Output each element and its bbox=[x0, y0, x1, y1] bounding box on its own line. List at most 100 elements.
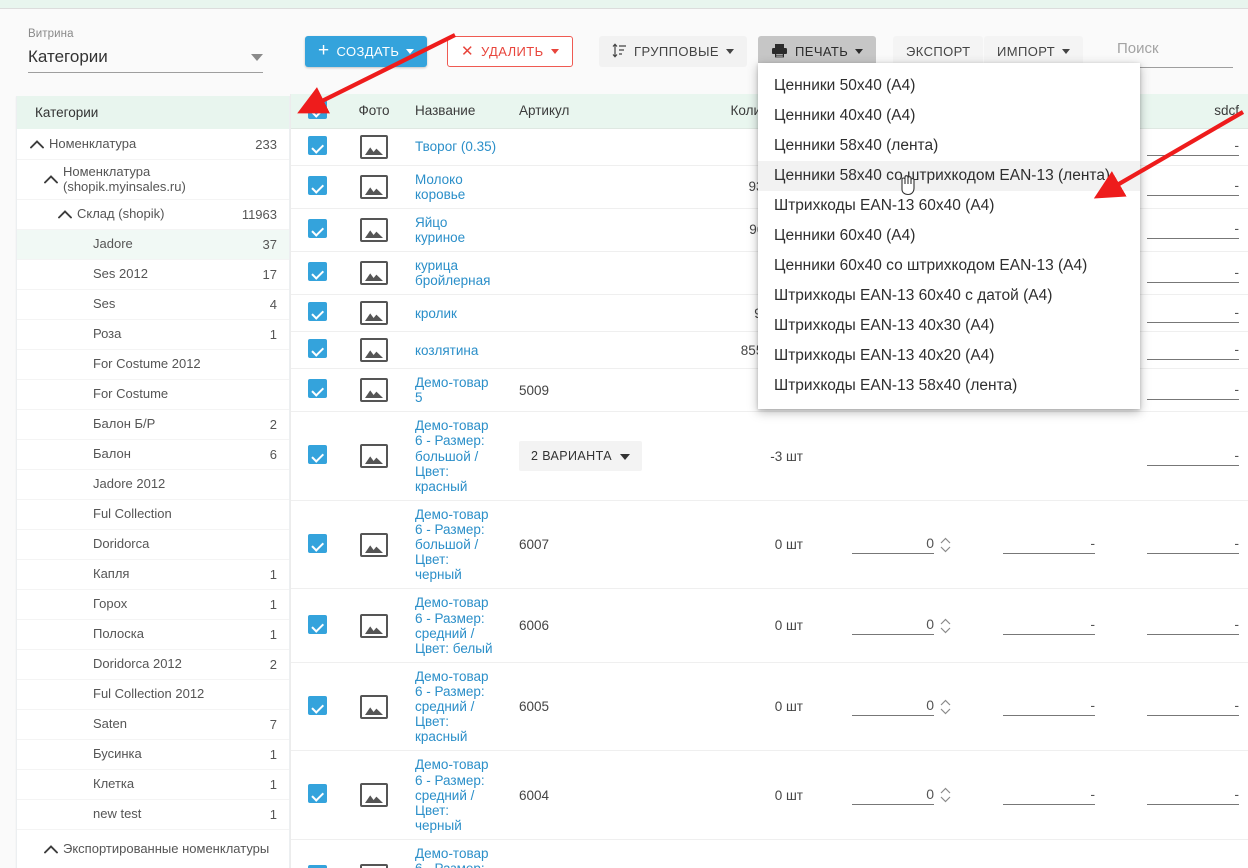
row-checkbox[interactable] bbox=[307, 135, 327, 155]
row-checkbox[interactable] bbox=[307, 262, 327, 282]
chevron-up-icon[interactable] bbox=[43, 845, 59, 854]
variant-dropdown[interactable]: 2 ВАРИАНТА bbox=[519, 441, 642, 472]
tree-item-13[interactable]: Doridorca bbox=[17, 529, 289, 559]
header-photo[interactable]: Фото bbox=[343, 94, 405, 129]
row-photo-cell[interactable] bbox=[343, 662, 405, 752]
sdcf-field[interactable]: - bbox=[1147, 786, 1239, 805]
print-dropdown-menu[interactable]: Ценники 50x40 (A4) Ценники 40x40 (A4) Ценн… bbox=[758, 63, 1140, 409]
tree-item-21[interactable]: Клетка 1 bbox=[17, 769, 289, 799]
table-row[interactable]: Демо-товар 6 - Размер: большой / Цвет: к… bbox=[291, 411, 1248, 501]
price-field[interactable]: - bbox=[1003, 535, 1095, 555]
row-photo-cell[interactable] bbox=[343, 368, 405, 413]
tree-item-15[interactable]: Горох 1 bbox=[17, 589, 289, 619]
select-all-checkbox[interactable] bbox=[307, 99, 327, 119]
tree-item-14[interactable]: Капля 1 bbox=[17, 559, 289, 589]
price-field[interactable]: - bbox=[1003, 616, 1095, 636]
row-checkbox[interactable] bbox=[307, 614, 327, 634]
print-menu-item-3[interactable]: Ценники 58x40 со штрихкодом EAN-13 (лент… bbox=[758, 161, 1140, 196]
row-photo-cell[interactable] bbox=[343, 331, 405, 370]
stepper-arrows-icon[interactable] bbox=[940, 618, 951, 634]
row-checkbox[interactable] bbox=[307, 784, 327, 804]
print-menu-item-6[interactable]: Ценники 60x40 со штрихкодом EAN-13 (A4) bbox=[758, 251, 1140, 281]
quantity-stepper-input[interactable]: 0 bbox=[852, 786, 934, 805]
row-checkbox[interactable] bbox=[307, 445, 327, 465]
print-menu-item-9[interactable]: Штрихкоды EAN-13 40x20 (A4) bbox=[758, 341, 1140, 371]
row-photo-cell[interactable] bbox=[343, 839, 405, 868]
tree-item-7[interactable]: For Costume 2012 bbox=[17, 349, 289, 379]
tree-item-22[interactable]: new test 1 bbox=[17, 799, 289, 829]
sdcf-field[interactable]: - bbox=[1147, 381, 1239, 400]
stepper-arrows-icon[interactable] bbox=[940, 787, 951, 803]
sdcf-field[interactable]: - bbox=[1147, 616, 1239, 636]
tree-item-0[interactable]: Номенклатура 233 bbox=[17, 129, 289, 159]
print-menu-item-4[interactable]: Штрихкоды EAN-13 60x40 (A4) bbox=[758, 191, 1140, 221]
sdcf-field[interactable]: - bbox=[1147, 177, 1239, 197]
group-actions-button[interactable]: ГРУППОВЫЕ bbox=[599, 36, 747, 67]
delete-button[interactable]: ✕ УДАЛИТЬ bbox=[447, 36, 573, 67]
print-menu-item-7[interactable]: Штрихкоды EAN-13 60x40 с датой (A4) bbox=[758, 281, 1140, 311]
quantity-stepper-input[interactable]: 0 bbox=[852, 535, 934, 555]
row-checkbox[interactable] bbox=[307, 218, 327, 238]
product-name-link[interactable]: Молоко коровье bbox=[415, 172, 465, 202]
print-menu-item-5[interactable]: Ценники 60x40 (A4) bbox=[758, 221, 1140, 251]
tree-item-1[interactable]: Номенклатура (shopik.myinsales.ru) bbox=[17, 159, 289, 199]
sdcf-field[interactable]: - bbox=[1147, 137, 1239, 156]
print-menu-item-1[interactable]: Ценники 40x40 (A4) bbox=[758, 101, 1140, 131]
product-name-link[interactable]: Демо-товар 6 - Размер: большой / Цвет: к… bbox=[415, 418, 489, 493]
product-name-link[interactable]: Демо-товар 6 - Размер: большой / Цвет: б… bbox=[415, 846, 493, 868]
row-checkbox[interactable] bbox=[307, 175, 327, 195]
quantity-stepper-input[interactable]: 0 bbox=[852, 616, 934, 636]
product-name-link[interactable]: курица бройлерная bbox=[415, 258, 490, 288]
tree-item-11[interactable]: Jadore 2012 bbox=[17, 469, 289, 499]
table-row[interactable]: Демо-товар 6 - Размер: средний / Цвет: ч… bbox=[291, 750, 1248, 840]
product-name-link[interactable]: Демо-товар 6 - Размер: средний / Цвет: к… bbox=[415, 669, 489, 744]
header-article[interactable]: Артикул bbox=[509, 94, 617, 129]
tree-item-23[interactable]: Экспортированные номенклатуры bbox=[17, 829, 289, 868]
print-menu-item-10[interactable]: Штрихкоды EAN-13 58x40 (лента) bbox=[758, 371, 1140, 401]
tree-item-9[interactable]: Балон Б/Р 2 bbox=[17, 409, 289, 439]
tree-item-6[interactable]: Роза 1 bbox=[17, 319, 289, 349]
sdcf-field[interactable]: - bbox=[1147, 341, 1239, 360]
row-checkbox[interactable] bbox=[307, 339, 327, 359]
row-photo-cell[interactable] bbox=[343, 251, 405, 296]
table-row[interactable]: Демо-товар 6 - Размер: большой / Цвет: ч… bbox=[291, 500, 1248, 590]
create-button[interactable]: + СОЗДАТЬ bbox=[305, 36, 428, 67]
row-checkbox[interactable] bbox=[307, 302, 327, 322]
showcase-selector[interactable]: Витрина Категории bbox=[28, 28, 263, 73]
row-photo-cell[interactable] bbox=[343, 588, 405, 663]
product-name-link[interactable]: козлятина bbox=[415, 343, 478, 358]
sdcf-field[interactable]: - bbox=[1147, 535, 1239, 555]
product-name-link[interactable]: Демо-товар 6 - Размер: средний / Цвет: б… bbox=[415, 595, 493, 655]
tree-item-12[interactable]: Ful Collection bbox=[17, 499, 289, 529]
row-checkbox[interactable] bbox=[307, 695, 327, 715]
print-menu-item-2[interactable]: Ценники 58x40 (лента) bbox=[758, 131, 1140, 161]
price-field[interactable]: - bbox=[1003, 697, 1095, 717]
tree-item-4[interactable]: Ses 2012 17 bbox=[17, 259, 289, 289]
sdcf-field[interactable]: - bbox=[1147, 697, 1239, 717]
tree-item-8[interactable]: For Costume bbox=[17, 379, 289, 409]
row-photo-cell[interactable] bbox=[343, 750, 405, 840]
table-row[interactable]: Демо-товар 6 - Размер: средний / Цвет: к… bbox=[291, 662, 1248, 752]
row-checkbox[interactable] bbox=[307, 533, 327, 553]
caret-down-icon[interactable] bbox=[251, 54, 263, 61]
table-row[interactable]: Демо-товар 6 - Размер: средний / Цвет: б… bbox=[291, 588, 1248, 663]
header-name[interactable]: Название bbox=[405, 94, 509, 129]
tree-item-5[interactable]: Ses 4 bbox=[17, 289, 289, 319]
chevron-up-icon[interactable] bbox=[29, 139, 45, 149]
sdcf-field[interactable]: - bbox=[1147, 304, 1239, 323]
row-photo-cell[interactable] bbox=[343, 500, 405, 590]
product-name-link[interactable]: Демо-товар 5 bbox=[415, 375, 489, 405]
print-menu-item-8[interactable]: Штрихкоды EAN-13 40x30 (A4) bbox=[758, 311, 1140, 341]
sdcf-field[interactable]: - bbox=[1147, 220, 1239, 240]
row-photo-cell[interactable] bbox=[343, 411, 405, 501]
tree-item-17[interactable]: Doridorca 2012 2 bbox=[17, 649, 289, 679]
product-name-link[interactable]: Творог (0.35) bbox=[415, 139, 496, 154]
chevron-up-icon[interactable] bbox=[43, 175, 59, 184]
row-photo-cell[interactable] bbox=[343, 294, 405, 333]
stepper-arrows-icon[interactable] bbox=[940, 699, 951, 715]
stepper-arrows-icon[interactable] bbox=[940, 537, 951, 553]
product-name-link[interactable]: Демо-товар 6 - Размер: средний / Цвет: ч… bbox=[415, 757, 489, 832]
print-menu-item-0[interactable]: Ценники 50x40 (A4) bbox=[758, 71, 1140, 101]
tree-item-10[interactable]: Балон 6 bbox=[17, 439, 289, 469]
tree-item-19[interactable]: Saten 7 bbox=[17, 709, 289, 739]
